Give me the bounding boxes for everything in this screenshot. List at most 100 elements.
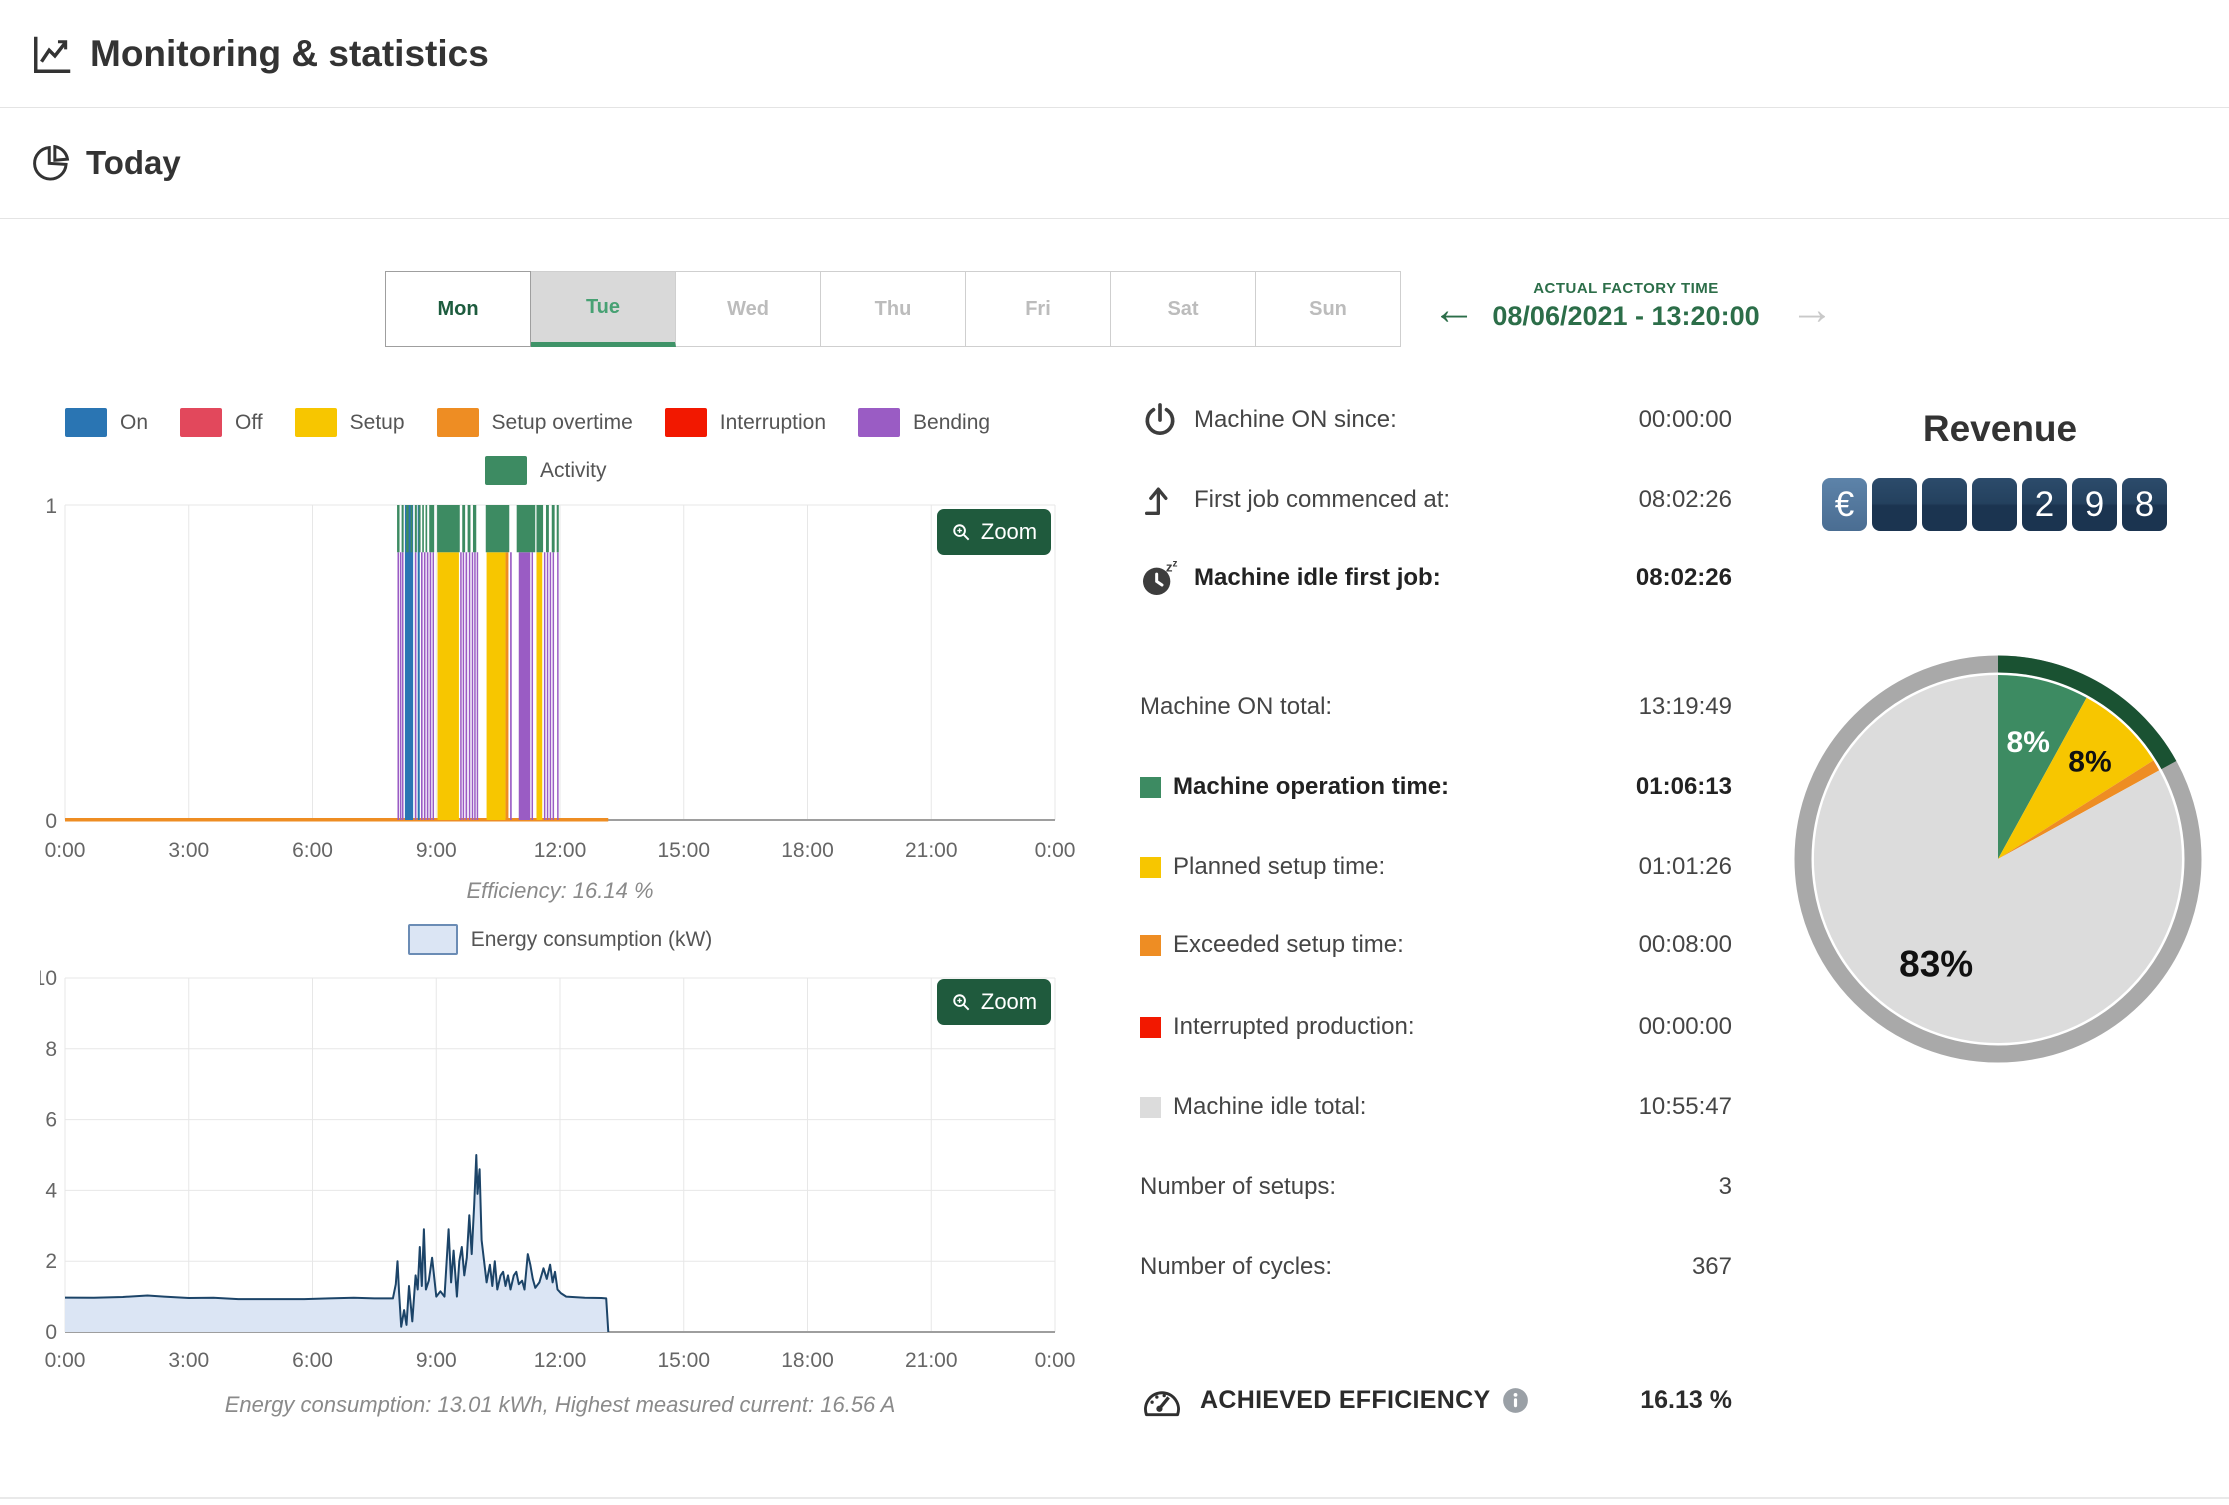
- energy-zoom-button[interactable]: Zoom: [937, 979, 1051, 1025]
- stat-value: 08:02:26: [1635, 564, 1732, 591]
- legend-item-off: Off: [180, 408, 263, 437]
- svg-text:15:00: 15:00: [657, 839, 710, 862]
- legend-label: Bending: [913, 410, 991, 434]
- activity-segment: [414, 505, 417, 553]
- section-header: Today: [0, 108, 2229, 219]
- stat-value: 00:00:00: [1638, 1013, 1732, 1040]
- svg-text:0:00: 0:00: [45, 839, 86, 862]
- legend-swatch: [858, 408, 901, 437]
- day-tab-sun[interactable]: Sun: [1255, 271, 1401, 347]
- legend-label: Setup: [349, 410, 405, 434]
- achieved-efficiency-row: ACHIEVED EFFICIENCY 16.13 %: [1140, 1378, 1732, 1422]
- svg-text:4: 4: [45, 1179, 57, 1202]
- timeline-segment-bending: [397, 552, 400, 820]
- legend-label: Setup overtime: [491, 410, 633, 434]
- legend-item-activity: Activity: [485, 456, 607, 485]
- stat-label: Interrupted production:: [1173, 1013, 1415, 1040]
- svg-text:15:00: 15:00: [657, 1349, 710, 1372]
- svg-text:0:00: 0:00: [45, 1349, 86, 1372]
- energy-legend-label: Energy consumption (kW): [470, 927, 713, 951]
- factory-time: ACTUAL FACTORY TIME 08/06/2021 - 13:20:0…: [1476, 280, 1776, 332]
- timeline-segment-bending: [531, 552, 534, 820]
- svg-text:0: 0: [45, 1321, 57, 1344]
- next-day-arrow[interactable]: →: [1790, 288, 1834, 332]
- legend-label: On: [120, 410, 149, 434]
- svg-text:6:00: 6:00: [292, 1349, 333, 1372]
- legend-label: Off: [235, 410, 263, 434]
- pie-chart-icon: [30, 142, 72, 184]
- activity-legend: Activity: [485, 456, 607, 485]
- legend-item-setup-overtime: Setup overtime: [436, 408, 633, 437]
- svg-text:6: 6: [45, 1109, 57, 1132]
- stat-row: Machine operation time: 01:06:13: [1140, 767, 1732, 807]
- legend-label: Interruption: [719, 410, 827, 434]
- legend-swatch: [65, 408, 107, 437]
- activity-segment: [406, 505, 409, 553]
- revenue-counter: €2 9 8: [1822, 478, 2167, 531]
- achieved-efficiency-label: ACHIEVED EFFICIENCY: [1200, 1385, 1491, 1414]
- svg-text:9:00: 9:00: [416, 1349, 457, 1372]
- page-header: Monitoring & statistics: [0, 0, 2229, 108]
- achieved-efficiency-value: 16.13 %: [1640, 1385, 1732, 1414]
- stat-label: Machine ON total:: [1140, 693, 1333, 720]
- revenue-empty-tile: [1872, 478, 1917, 531]
- svg-text:12:00: 12:00: [534, 1349, 587, 1372]
- activity-segment: [516, 505, 536, 553]
- activity-segment: [485, 505, 510, 553]
- zoom-button-label: Zoom: [980, 989, 1038, 1014]
- day-tab-thu[interactable]: Thu: [820, 271, 966, 347]
- timeline-segment-setup: [437, 552, 459, 820]
- energy-consumption-chart: 0 2 4 6 8 10 0:00 3:00 6:00 9:00 12:00 15:00 18:00 21…: [40, 967, 1076, 1372]
- stat-label: First job commenced at:: [1194, 486, 1451, 513]
- svg-text:8: 8: [45, 1038, 57, 1061]
- activity-segment: [429, 505, 435, 553]
- factory-time-value: 08/06/2021 - 13:20:00: [1492, 301, 1760, 331]
- activity-segment: [425, 505, 428, 553]
- stat-swatch-activity: [1140, 776, 1161, 798]
- legend-item-on: On: [65, 408, 148, 437]
- timeline-segment-bending: [468, 552, 471, 820]
- day-tab-sat[interactable]: Sat: [1110, 271, 1256, 347]
- revenue-empty-tile: [1922, 478, 1967, 531]
- info-icon[interactable]: [1502, 1387, 1529, 1414]
- timeline-segment-bending: [414, 552, 417, 820]
- revenue-currency-tile: €: [1822, 478, 1867, 531]
- stat-value: 3: [1718, 1173, 1732, 1200]
- svg-text:21:00: 21:00: [905, 1349, 958, 1372]
- timeline-zoom-button[interactable]: Zoom: [937, 509, 1051, 555]
- day-tab-fri[interactable]: Fri: [965, 271, 1111, 347]
- pie-slice-label: 8%: [2068, 746, 2111, 779]
- svg-text:10: 10: [40, 967, 57, 990]
- revenue-digit-tile: 2: [2022, 478, 2067, 531]
- activity-segment: [545, 505, 549, 553]
- stat-row: Number of cycles: 367: [1140, 1247, 1732, 1287]
- stat-row: First job commenced at: 08:02:26: [1140, 480, 1732, 520]
- timeline-segment-bending: [429, 552, 432, 820]
- pie-slice-label: 83%: [1899, 943, 1973, 984]
- stat-row: Number of setups: 3: [1140, 1167, 1732, 1207]
- activity-segment: [536, 505, 544, 553]
- day-tab-tue[interactable]: Tue: [530, 271, 676, 347]
- energy-area: [65, 1155, 609, 1332]
- timeline-segment-bending: [402, 552, 404, 820]
- stat-value: 367: [1691, 1253, 1732, 1280]
- timeline-segment-bending: [518, 552, 531, 820]
- stat-label: Exceeded setup time:: [1173, 931, 1404, 958]
- timeline-segment-bending: [426, 552, 429, 820]
- revenue-title: Revenue: [1922, 408, 2078, 449]
- day-tab-mon[interactable]: Mon: [385, 271, 531, 347]
- legend-swatch: [436, 408, 479, 437]
- stat-value: 01:06:13: [1635, 773, 1732, 800]
- energy-caption: Energy consumption: 13.01 kWh, Highest m…: [224, 1392, 896, 1417]
- activity-segment: [422, 505, 424, 553]
- stat-row: Machine ON since: 00:00:00: [1140, 400, 1732, 440]
- svg-text:0:00: 0:00: [1035, 1349, 1076, 1372]
- timeline-segment-setup: [486, 552, 506, 820]
- day-tab-wed[interactable]: Wed: [675, 271, 821, 347]
- stat-value: 08:02:26: [1638, 486, 1732, 513]
- previous-day-arrow[interactable]: ←: [1432, 288, 1476, 332]
- stat-swatch-interruption: [1140, 1016, 1161, 1038]
- stat-row: Interrupted production: 00:00:00: [1140, 1007, 1732, 1047]
- svg-text:18:00: 18:00: [781, 1349, 834, 1372]
- timeline-segment-bending: [423, 552, 426, 820]
